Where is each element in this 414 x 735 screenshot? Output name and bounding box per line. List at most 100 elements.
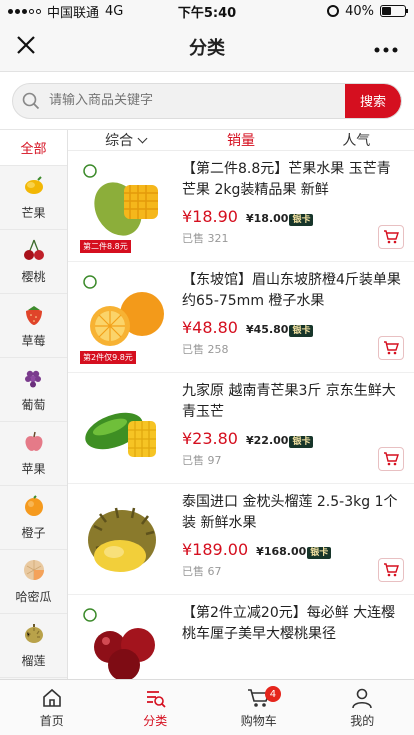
- sold-count: 已售 321: [182, 232, 229, 245]
- durian-image: [88, 507, 156, 572]
- add-to-cart-button[interactable]: [378, 558, 404, 582]
- member-price-value: ¥45.80: [245, 323, 289, 336]
- product-price: ¥18.90: [182, 207, 238, 226]
- search-box: 搜索: [12, 82, 402, 119]
- search-bar: 搜索: [0, 72, 414, 130]
- add-to-cart-button[interactable]: [378, 447, 404, 471]
- cart-icon: [384, 341, 399, 355]
- sidebar-item-melon[interactable]: 哈密瓜: [0, 550, 67, 614]
- status-bar: 中国联通 4G 下午5:40 40%: [0, 0, 414, 22]
- melon-icon: [23, 560, 44, 580]
- sort-comprehensive[interactable]: 综合: [68, 130, 183, 150]
- product-item[interactable]: 泰国进口 金枕头榴莲 2.5-3kg 1个装 新鲜水果 ¥189.00 ¥168…: [68, 484, 414, 595]
- tab-label: 分类: [143, 713, 168, 728]
- sidebar-item-label: 橙子: [21, 526, 46, 540]
- member-price: ¥45.80 银卡: [245, 323, 314, 337]
- signal-icon: [8, 8, 41, 14]
- add-to-cart-button[interactable]: [378, 336, 404, 360]
- sort-popularity[interactable]: 人气: [299, 130, 414, 150]
- more-icon[interactable]: [368, 34, 398, 59]
- price-row: ¥189.00 ¥168.00 银卡: [182, 540, 404, 559]
- tab-label: 首页: [39, 713, 64, 728]
- product-title[interactable]: 九家原 越南青芒果3斤 京东生鲜大青玉芒: [182, 381, 404, 423]
- product-image[interactable]: [80, 496, 170, 586]
- mango-icon: [24, 176, 43, 194]
- sidebar-item-grape[interactable]: 葡萄: [0, 358, 67, 422]
- product-item[interactable]: 第二件8.8元 【第二件8.8元】芒果水果 玉芒青芒果 2kg装精品果 新鲜 ¥…: [68, 151, 414, 262]
- network-label: 4G: [105, 3, 124, 19]
- sidebar-item-all[interactable]: 全部: [0, 130, 67, 166]
- sidebar-item-label: 苹果: [21, 462, 46, 476]
- sidebar-item-orange[interactable]: 橙子: [0, 486, 67, 550]
- sold-count: 已售 258: [182, 343, 229, 356]
- product-item[interactable]: 九家原 越南青芒果3斤 京东生鲜大青玉芒 ¥23.80 ¥22.00 银卡 已售 …: [68, 373, 414, 484]
- close-icon[interactable]: [16, 34, 46, 60]
- alarm-icon: [327, 5, 340, 17]
- apple-icon: [24, 431, 43, 451]
- add-to-cart-button[interactable]: [378, 225, 404, 249]
- product-title[interactable]: 【东坡馆】眉山东坡脐橙4斤装单果约65-75mm 橙子水果: [182, 270, 404, 312]
- sidebar-item-durian[interactable]: 榴莲: [0, 614, 67, 678]
- member-badge: 银卡: [289, 214, 314, 226]
- chevron-down-icon: [137, 133, 148, 144]
- sidebar-item-cherry[interactable]: 樱桃: [0, 230, 67, 294]
- member-price-value: ¥22.00: [245, 434, 289, 447]
- cart-icon: [384, 230, 399, 244]
- product-item[interactable]: 【第2件立减20元】每必鲜 大连樱桃车厘子美早大樱桃果径: [68, 595, 414, 679]
- cherry-image: [83, 608, 155, 679]
- member-price-value: ¥18.00: [245, 212, 289, 225]
- tab-cart[interactable]: 4 购物车: [207, 680, 311, 735]
- sort-comprehensive-label: 综合: [105, 133, 134, 149]
- product-image[interactable]: [80, 607, 170, 679]
- sidebar-item-strawberry[interactable]: 草莓: [0, 294, 67, 358]
- product-price: ¥48.80: [182, 318, 238, 337]
- product-title[interactable]: 【第二件8.8元】芒果水果 玉芒青芒果 2kg装精品果 新鲜: [182, 159, 404, 201]
- green-mango-image: [85, 412, 156, 457]
- member-price: ¥22.00 银卡: [245, 434, 314, 448]
- sidebar-item-label: 哈密瓜: [15, 590, 52, 604]
- product-price: ¥189.00: [182, 540, 249, 559]
- sold-count: 已售 67: [182, 565, 222, 578]
- cherry-icon: [23, 239, 44, 260]
- product-item[interactable]: 第2件仅9.8元 【东坡馆】眉山东坡脐橙4斤装单果约65-75mm 橙子水果 ¥…: [68, 262, 414, 373]
- member-price-value: ¥168.00: [256, 545, 307, 558]
- search-button[interactable]: 搜索: [345, 83, 401, 118]
- product-price: ¥23.80: [182, 429, 238, 448]
- home-icon: [42, 688, 61, 707]
- product-info: 【第二件8.8元】芒果水果 玉芒青芒果 2kg装精品果 新鲜 ¥18.90 ¥1…: [182, 159, 404, 253]
- product-title[interactable]: 【第2件立减20元】每必鲜 大连樱桃车厘子美早大樱桃果径: [182, 603, 404, 645]
- status-time: 下午5:40: [177, 5, 237, 21]
- category-sidebar: 全部 芒果 樱桃 草莓 葡萄 苹果 橙子 哈密瓜 榴莲: [0, 130, 68, 679]
- search-icon: [13, 92, 49, 110]
- search-input[interactable]: [49, 93, 345, 108]
- member-badge: 银卡: [307, 547, 332, 559]
- sidebar-item-label: 芒果: [21, 206, 46, 220]
- product-title[interactable]: 泰国进口 金枕头榴莲 2.5-3kg 1个装 新鲜水果: [182, 492, 404, 534]
- price-row: ¥23.80 ¥22.00 银卡: [182, 429, 404, 448]
- cart-icon: [384, 563, 399, 577]
- promo-tag: 第二件8.8元: [80, 240, 131, 253]
- nav-bar: 分类: [0, 22, 414, 72]
- product-info: 【东坡馆】眉山东坡脐橙4斤装单果约65-75mm 橙子水果 ¥48.80 ¥45…: [182, 270, 404, 364]
- product-image[interactable]: [80, 385, 170, 475]
- sort-sales[interactable]: 销量: [183, 130, 298, 150]
- tab-label: 我的: [350, 713, 375, 728]
- sidebar-item-apple[interactable]: 苹果: [0, 422, 67, 486]
- product-image[interactable]: 第二件8.8元: [80, 163, 170, 253]
- battery-icon: [380, 5, 409, 17]
- tab-category[interactable]: 分类: [104, 680, 208, 735]
- content-area: 全部 芒果 樱桃 草莓 葡萄 苹果 橙子 哈密瓜 榴莲 综合 销量 人气 第二件…: [0, 130, 414, 679]
- member-price: ¥18.00 银卡: [245, 212, 314, 226]
- sold-count: 已售 97: [182, 454, 222, 467]
- tab-label: 购物车: [240, 713, 277, 728]
- tab-home[interactable]: 首页: [0, 680, 104, 735]
- tab-profile[interactable]: 我的: [311, 680, 414, 735]
- page-title: 分类: [189, 37, 225, 59]
- sidebar-item-label: 葡萄: [21, 398, 46, 412]
- battery-percent: 40%: [345, 3, 375, 19]
- product-image[interactable]: 第2件仅9.8元: [80, 274, 170, 364]
- sidebar-item-mango[interactable]: 芒果: [0, 166, 67, 230]
- member-price: ¥168.00 银卡: [256, 545, 332, 559]
- sidebar-item-label: 榴莲: [21, 654, 46, 668]
- promo-tag: 第2件仅9.8元: [80, 351, 136, 364]
